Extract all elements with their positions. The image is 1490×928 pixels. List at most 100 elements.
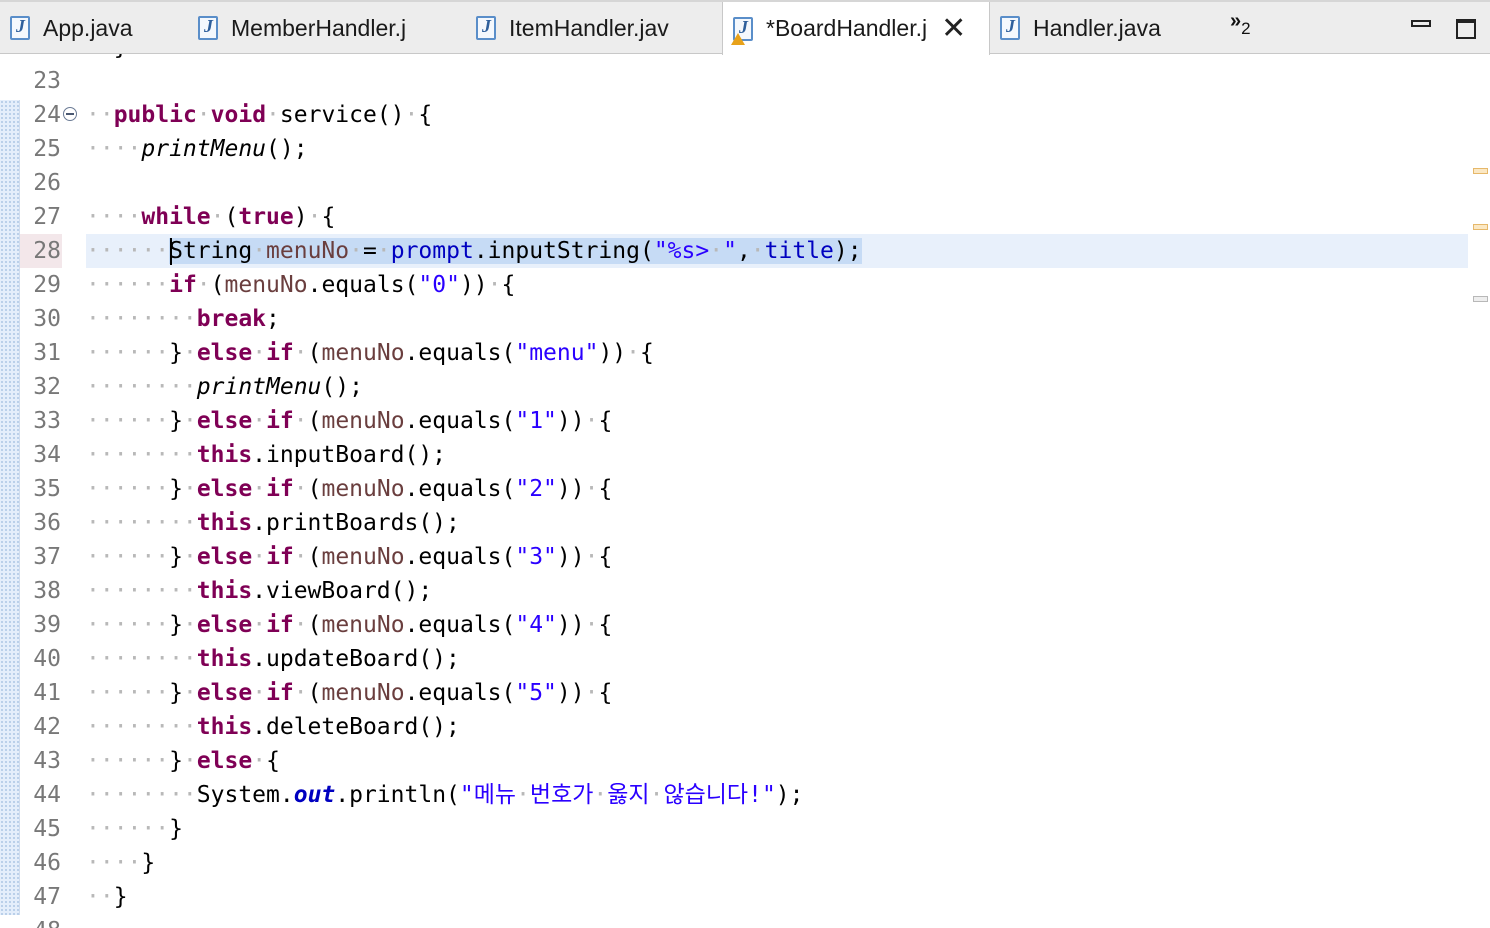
line-number: 28 xyxy=(33,238,61,264)
code-text[interactable]: ······}·else·if·(menuNo.equals("5"))·{ xyxy=(86,676,612,710)
code-line[interactable]: 23 xyxy=(0,64,1470,98)
java-file-icon: J xyxy=(10,16,30,40)
line-number: 25 xyxy=(33,136,61,162)
code-line[interactable]: 27 ····while·(true)·{ xyxy=(0,200,1470,234)
code-line[interactable]: 35 ······}·else·if·(menuNo.equals("2"))·{ xyxy=(0,472,1470,506)
code-line[interactable]: 46 ····} xyxy=(0,846,1470,880)
code-text[interactable]: ··} xyxy=(86,54,128,64)
code-text[interactable]: ····printMenu(); xyxy=(86,132,308,166)
code-line[interactable]: 47 ··} xyxy=(0,880,1470,914)
code-text[interactable]: ······}·else·if·(menuNo.equals("menu"))·… xyxy=(86,336,654,370)
code-text[interactable]: ······String·menuNo·=·prompt.inputString… xyxy=(86,234,862,268)
code-line[interactable]: 42 ········this.deleteBoard(); xyxy=(0,710,1470,744)
line-number: 36 xyxy=(33,510,61,536)
tab-label: ItemHandler.jav xyxy=(509,14,669,41)
tab-app-java[interactable]: J App.java xyxy=(0,2,190,54)
code-line[interactable]: 40 ········this.updateBoard(); xyxy=(0,642,1470,676)
line-number: 47 xyxy=(33,884,61,910)
java-file-icon: J xyxy=(1000,16,1020,40)
code-line[interactable]: 48 xyxy=(0,914,1470,928)
line-number: 43 xyxy=(33,748,61,774)
tab-label: Handler.java xyxy=(1033,14,1161,41)
line-number: 33 xyxy=(33,408,61,434)
code-line[interactable]: 26 xyxy=(0,166,1470,200)
code-text[interactable]: ········System.out.println("메뉴·번호가·옳지·않습… xyxy=(86,778,804,812)
collapse-fold-icon[interactable] xyxy=(63,107,77,121)
line-number: 48 xyxy=(20,914,61,928)
line-number: 27 xyxy=(33,204,61,230)
code-text[interactable]: ······if·(menuNo.equals("0"))·{ xyxy=(86,268,515,302)
code-line[interactable]: 44 ········System.out.println("메뉴·번호가·옳지·… xyxy=(0,778,1470,812)
minimize-icon[interactable] xyxy=(1411,20,1431,27)
code-text[interactable]: ······}·else·if·(menuNo.equals("2"))·{ xyxy=(86,472,612,506)
code-text[interactable]: ········this.printBoards(); xyxy=(86,506,460,540)
line-number: 38 xyxy=(33,578,61,604)
code-text[interactable]: ········this.deleteBoard(); xyxy=(86,710,460,744)
line-number: 23 xyxy=(33,68,61,94)
overview-warning-marker[interactable] xyxy=(1473,168,1488,174)
code-line[interactable]: 33 ······}·else·if·(menuNo.equals("1"))·{ xyxy=(0,404,1470,438)
line-number: 45 xyxy=(33,816,61,842)
line-number: 37 xyxy=(33,544,61,570)
tab-label: *BoardHandler.j xyxy=(766,15,928,41)
code-text[interactable]: ······} xyxy=(86,812,183,846)
code-text[interactable]: ··} xyxy=(86,880,128,914)
code-line[interactable]: 32 ········printMenu(); xyxy=(0,370,1470,404)
text-caret xyxy=(170,238,172,265)
overview-warning-marker[interactable] xyxy=(1473,224,1488,230)
code-line[interactable]: 43 ······}·else·{ xyxy=(0,744,1470,778)
line-number: 42 xyxy=(33,714,61,740)
code-line[interactable]: 41 ······}·else·if·(menuNo.equals("5"))·{ xyxy=(0,676,1470,710)
code-text[interactable]: ······}·else·if·(menuNo.equals("4"))·{ xyxy=(86,608,612,642)
code-line[interactable]: 22 ··} xyxy=(0,54,1470,64)
line-number: 34 xyxy=(33,442,61,468)
line-number: 46 xyxy=(33,850,61,876)
code-line[interactable]: 39 ······}·else·if·(menuNo.equals("4"))·{ xyxy=(0,608,1470,642)
line-number: 35 xyxy=(33,476,61,502)
close-icon[interactable]: ✕ xyxy=(941,13,966,44)
code-text[interactable]: ········this.viewBoard(); xyxy=(86,574,432,608)
code-line[interactable]: 34 ········this.inputBoard(); xyxy=(0,438,1470,472)
code-text[interactable]: ····while·(true)·{ xyxy=(86,200,335,234)
code-editor[interactable]: 22 ··} 23 24 ··public·void·service()·{ 25 ····… xyxy=(0,54,1490,928)
code-text[interactable]: ··public·void·service()·{ xyxy=(86,98,432,132)
line-number: 40 xyxy=(33,646,61,672)
tab-boardhandler[interactable]: J *BoardHandler.j ✕ xyxy=(722,2,990,55)
line-number: 22 xyxy=(20,54,61,64)
line-number: 24 xyxy=(33,102,61,128)
line-number: 26 xyxy=(33,170,61,196)
code-line[interactable]: 45 ······} xyxy=(0,812,1470,846)
code-line[interactable]: 37 ······}·else·if·(menuNo.equals("3"))·{ xyxy=(0,540,1470,574)
code-line[interactable]: 38 ········this.viewBoard(); xyxy=(0,574,1470,608)
tab-label: App.java xyxy=(43,14,133,41)
tab-label: MemberHandler.j xyxy=(231,14,407,41)
code-line[interactable]: 24 ··public·void·service()·{ xyxy=(0,98,1470,132)
tab-memberhandler[interactable]: J MemberHandler.j xyxy=(188,2,466,54)
code-text[interactable]: ········this.updateBoard(); xyxy=(86,642,460,676)
maximize-icon[interactable] xyxy=(1456,19,1476,39)
code-text[interactable]: ····} xyxy=(86,846,155,880)
line-number: 41 xyxy=(33,680,61,706)
line-number: 31 xyxy=(33,340,61,366)
code-text[interactable]: ······}·else·if·(menuNo.equals("3"))·{ xyxy=(86,540,612,574)
tab-handler[interactable]: J Handler.java xyxy=(990,2,1220,54)
code-text[interactable]: ········printMenu(); xyxy=(86,370,363,404)
code-text[interactable]: ········break; xyxy=(86,302,280,336)
code-line[interactable]: 36 ········this.printBoards(); xyxy=(0,506,1470,540)
tab-overflow-button[interactable]: »2 xyxy=(1230,10,1251,39)
line-number: 39 xyxy=(33,612,61,638)
tab-itemhandler[interactable]: J ItemHandler.jav xyxy=(466,2,722,54)
code-text[interactable]: ······}·else·{ xyxy=(86,744,280,778)
code-line[interactable]: 31 ······}·else·if·(menuNo.equals("menu")… xyxy=(0,336,1470,370)
java-file-icon: J xyxy=(476,16,496,40)
code-line[interactable]: 29 ······if·(menuNo.equals("0"))·{ xyxy=(0,268,1470,302)
line-number: 30 xyxy=(33,306,61,332)
code-text[interactable]: ········this.inputBoard(); xyxy=(86,438,446,472)
code-line[interactable]: 25 ····printMenu(); xyxy=(0,132,1470,166)
code-text[interactable]: ······}·else·if·(menuNo.equals("1"))·{ xyxy=(86,404,612,438)
code-line[interactable]: 30 ········break; xyxy=(0,302,1470,336)
code-line[interactable]: 28 ······String·menuNo·=·prompt.inputStri… xyxy=(0,234,1470,268)
chevron-right-icon: » xyxy=(1230,10,1242,32)
overview-occurrence-marker[interactable] xyxy=(1473,296,1488,302)
editor-tab-bar: J App.java J MemberHandler.j J ItemHandl… xyxy=(0,0,1490,55)
